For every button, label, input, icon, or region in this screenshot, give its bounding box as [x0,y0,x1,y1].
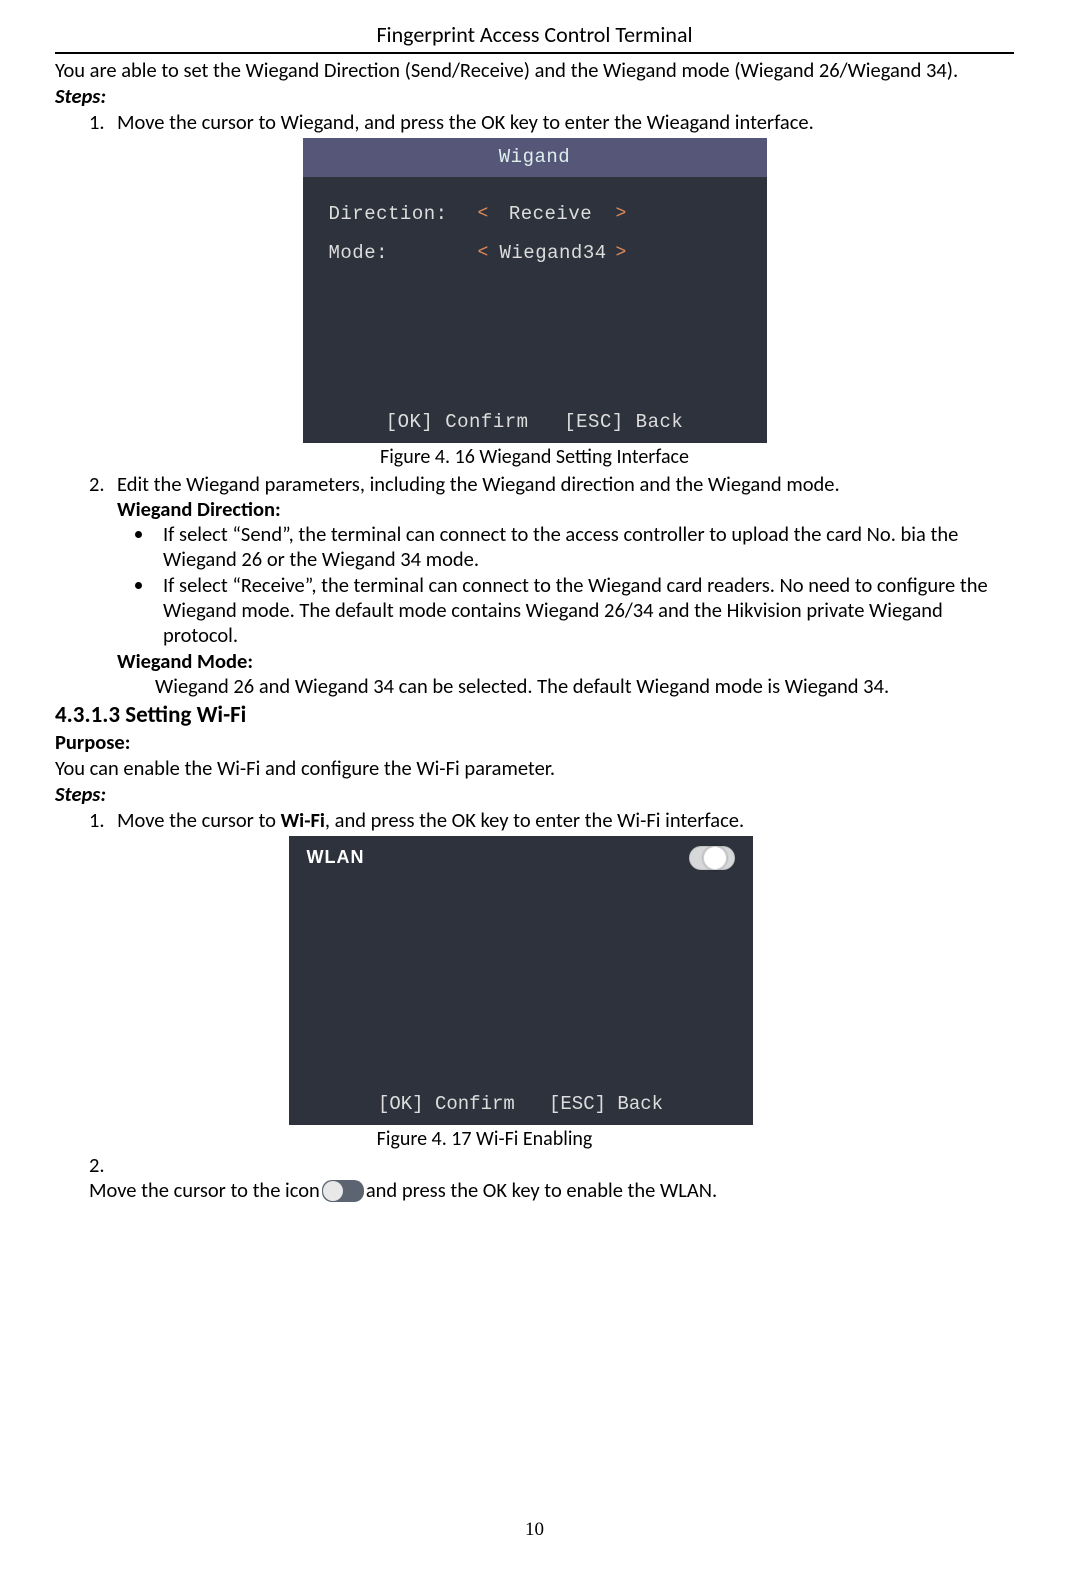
figure-2-caption: Figure 4. 17 Wi-Fi Enabling [377,1127,593,1151]
arrow-left-icon[interactable]: < [464,204,500,226]
figure-1-caption: Figure 4. 16 Wiegand Setting Interface [380,445,689,469]
step-number: 2. [89,472,117,497]
step-1: 1.Move the cursor to Wiegand, and press … [55,110,1014,135]
arrow-left-icon[interactable]: < [464,243,500,265]
step-number: 1. [89,808,117,833]
purpose-label: Purpose: [55,730,1014,755]
direction-row[interactable]: Direction: < Receive > [303,195,767,234]
arrow-right-icon[interactable]: > [602,204,638,226]
wifi-step-1: 1.Move the cursor to Wi-Fi, and press th… [55,808,1014,833]
bullet-send: If select “Send”, the terminal can conne… [155,522,1014,572]
page-header: Fingerprint Access Control Terminal [55,22,1014,52]
header-rule [55,52,1014,54]
step-body: Edit the Wiegand parameters, including t… [117,472,997,497]
mode-row[interactable]: Mode: < Wiegand34 > [303,234,767,273]
step-body: Move the cursor to Wiegand, and press th… [117,110,997,135]
ok-confirm-label: [OK] Confirm [378,1093,515,1115]
text-part: and press the OK key to enable the WLAN. [366,1178,717,1203]
esc-back-label: [ESC] Back [564,411,683,433]
inline-toggle-icon [322,1180,364,1202]
step-2: 2.Edit the Wiegand parameters, including… [55,472,1014,497]
direction-label: Direction: [329,203,464,226]
wigand-title: Wigand [303,138,767,177]
steps-label: Steps: [55,84,1014,109]
figure-1: Wigand Direction: < Receive > Mode: < Wi… [55,138,1014,470]
esc-back-label: [ESC] Back [549,1093,663,1115]
wlan-device-screen: WLAN [OK] Confirm [ESC] Back [289,836,753,1125]
bullet-receive: If select “Receive”, the terminal can co… [155,573,1014,648]
direction-value: Receive [500,203,602,226]
wiegand-direction-label: Wiegand Direction: [117,497,1014,522]
section-heading: 4.3.1.3 Setting Wi-Fi [55,701,1014,729]
wlan-label: WLAN [307,847,365,869]
step-body: Move the cursor to the icon and press th… [89,1178,969,1203]
wlan-toggle-icon[interactable] [689,846,735,870]
steps-label-2: Steps: [55,782,1014,807]
wigand-footer: [OK] Confirm [ESC] Back [303,402,767,443]
wlan-row[interactable]: WLAN [289,836,753,876]
text-part: Move the cursor to the icon [89,1178,320,1203]
wlan-footer: [OK] Confirm [ESC] Back [289,1084,753,1125]
ok-confirm-label: [OK] Confirm [386,411,529,433]
wigand-device-screen: Wigand Direction: < Receive > Mode: < Wi… [303,138,767,443]
text-part: , and press the OK key to enter the Wi-F… [325,807,744,833]
wifi-bold: Wi-Fi [281,807,325,833]
wifi-step-2: 2.Move the cursor to the icon and press … [55,1153,1014,1203]
step-number: 2. [89,1153,117,1178]
wiegand-mode-body: Wiegand 26 and Wiegand 34 can be selecte… [55,674,1014,699]
step-number: 1. [89,110,117,135]
text-part: Move the cursor to [117,807,281,833]
mode-label: Mode: [329,242,464,265]
wiegand-direction-bullets: If select “Send”, the terminal can conne… [55,522,1014,648]
page-number: 10 [0,1518,1069,1541]
figure-2: WLAN [OK] Confirm [ESC] Back Figure 4. 1… [27,836,1014,1152]
purpose-body: You can enable the Wi-Fi and configure t… [55,756,1014,781]
step-body: Move the cursor to Wi-Fi, and press the … [117,808,997,833]
intro-para: You are able to set the Wiegand Directio… [55,58,1014,83]
wiegand-mode-label: Wiegand Mode: [117,649,1014,674]
arrow-right-icon[interactable]: > [602,243,638,265]
mode-value: Wiegand34 [500,242,602,265]
